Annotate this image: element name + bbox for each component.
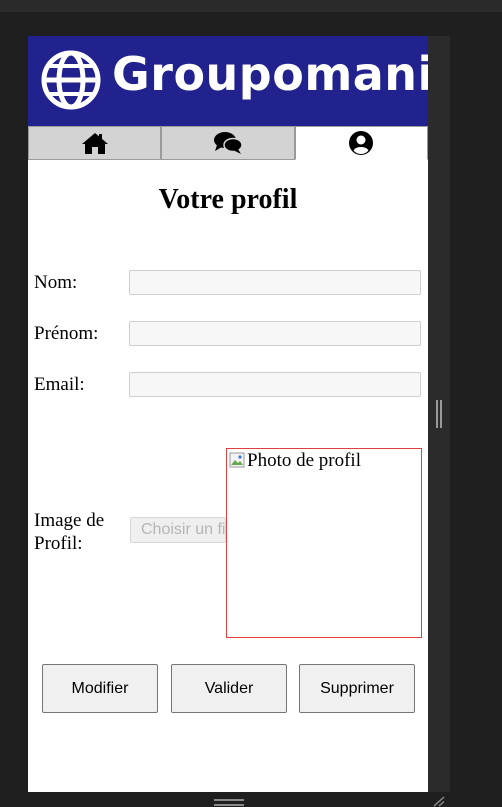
email-label: Email: [34,374,85,395]
brand-name: Groupomania [112,47,428,101]
nom-label: Nom: [34,272,78,293]
tab-home[interactable] [28,126,162,160]
page-title: Votre profil [158,184,298,215]
profile-photo-alt: Photo de profil [247,450,361,471]
window-bottom-bar [0,792,502,807]
prenom-label: Prénom: [34,323,99,344]
tab-profile[interactable] [294,126,428,160]
modify-button[interactable]: Modifier [42,664,158,713]
image-label: Image de Profil: [34,510,105,554]
chat-icon [213,132,243,154]
device-viewport: Groupomania Votre profil Nom: Prén [28,36,428,792]
resize-corner-icon[interactable] [432,795,446,807]
header-banner: Groupomania [28,36,428,126]
nom-input[interactable] [129,270,421,295]
resize-handle-right[interactable] [436,400,442,428]
prenom-input[interactable] [129,321,421,346]
user-circle-icon [349,131,374,155]
nav-tabs [28,126,428,160]
profile-photo: Photo de profil [226,448,422,638]
delete-button[interactable]: Supprimer [299,664,415,713]
home-icon [81,133,108,154]
validate-button[interactable]: Valider [171,664,287,713]
globe-icon [41,50,101,110]
email-input[interactable] [129,372,421,397]
tab-chat[interactable] [161,126,295,160]
choose-file-button[interactable]: Choisir un fichier [130,517,226,543]
broken-image-icon [229,452,245,468]
window-top-strip [0,0,502,12]
resize-handle-bottom[interactable] [214,799,244,807]
